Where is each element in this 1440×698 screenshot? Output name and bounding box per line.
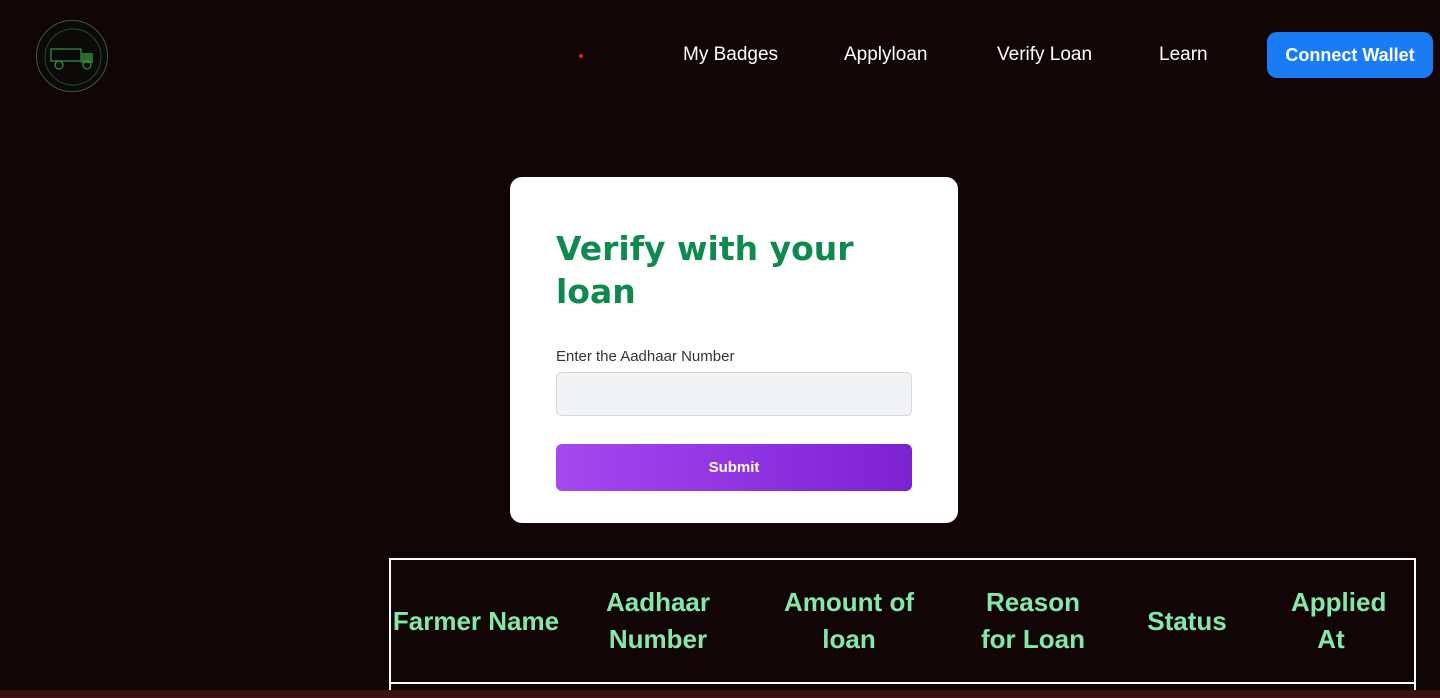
nav-verify-loan[interactable]: Verify Loan xyxy=(997,44,1092,66)
status-dot xyxy=(579,54,583,58)
loans-table: Farmer Name Aadhaar Number Amount of loa… xyxy=(389,558,1416,698)
verify-card: Verify with your loan Enter the Aadhaar … xyxy=(510,177,958,523)
connect-wallet-button[interactable]: Connect Wallet xyxy=(1267,32,1433,78)
header-status: Status xyxy=(1147,605,1227,636)
header-farmer-name: Farmer Name xyxy=(392,605,560,636)
tractor-logo-icon xyxy=(44,28,102,86)
aadhaar-label: Enter the Aadhaar Number xyxy=(556,348,735,365)
bottom-bar xyxy=(0,690,1440,698)
table-header-row: Farmer Name Aadhaar Number Amount of loa… xyxy=(391,560,1414,684)
aadhaar-input[interactable] xyxy=(556,372,912,416)
submit-button[interactable]: Submit xyxy=(556,444,912,491)
nav-applyloan[interactable]: Applyloan xyxy=(844,44,927,66)
header-aadhaar-number: Aadhaar Number xyxy=(605,587,711,654)
card-title: Verify with your loan xyxy=(556,229,854,311)
nav-learn[interactable]: Learn xyxy=(1159,44,1208,66)
nav-my-badges[interactable]: My Badges xyxy=(683,44,778,66)
logo[interactable] xyxy=(36,20,108,92)
header-applied-at: Applied At xyxy=(1291,587,1387,654)
header-reason: Reason for Loan xyxy=(981,587,1085,654)
header-amount: Amount of loan xyxy=(784,587,914,654)
